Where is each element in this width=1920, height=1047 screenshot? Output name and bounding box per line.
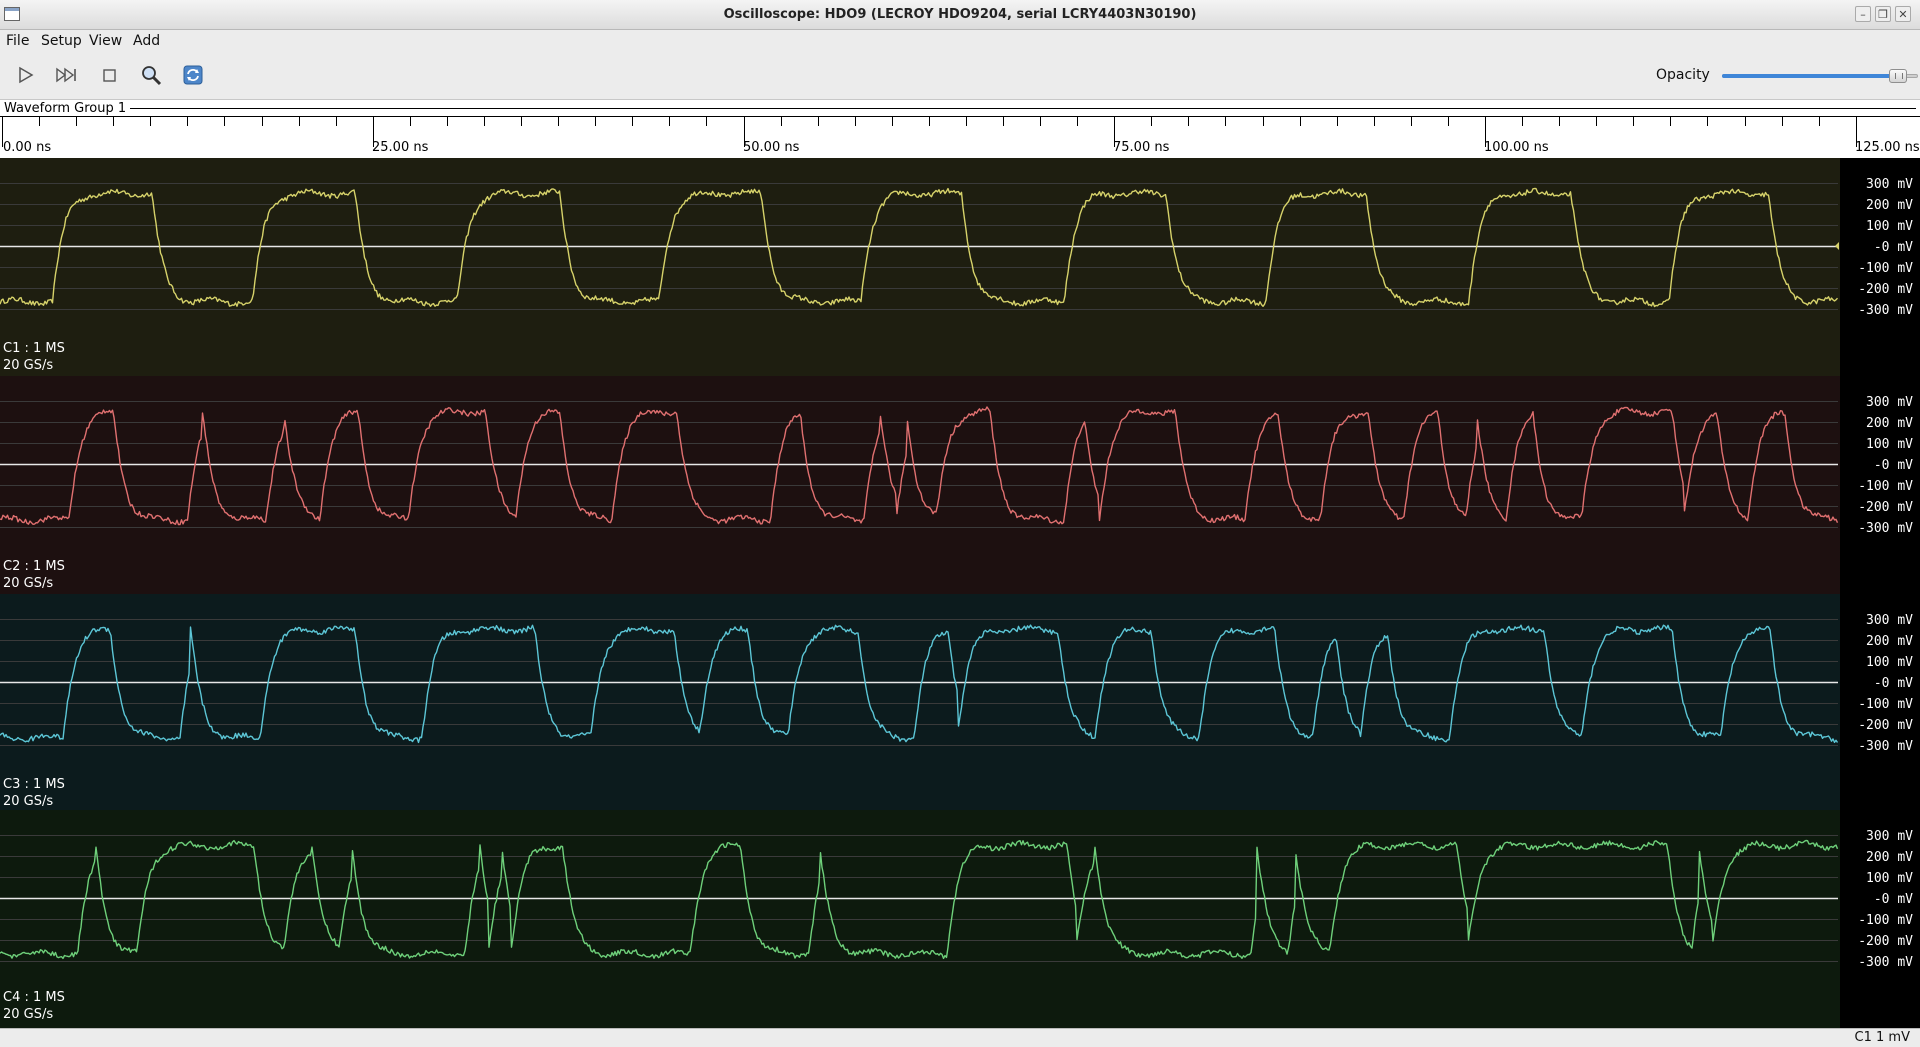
voltage-label: -300 mV xyxy=(1858,303,1913,318)
trigger-level-marker[interactable] xyxy=(1835,242,1839,250)
time-tick-label: 75.00 ns xyxy=(1113,140,1170,155)
status-bar: C1 1 mV xyxy=(0,1028,1920,1047)
channel-c1-info: C1 : 1 MS 20 GS/s xyxy=(3,340,65,374)
voltage-label: -0 mV xyxy=(1874,892,1913,907)
play-icon xyxy=(19,66,34,84)
voltage-label: 300 mV xyxy=(1866,395,1913,410)
voltage-label: 200 mV xyxy=(1866,634,1913,649)
channel-c4-info: C4 : 1 MS 20 GS/s xyxy=(3,989,65,1023)
menu-view[interactable]: View xyxy=(89,33,122,49)
channel-c3-plot: 300 mV 200 mV 100 mV -0 mV -100 mV -200 mV -30… xyxy=(0,613,1913,754)
menu-file[interactable]: File xyxy=(6,33,29,49)
group-divider xyxy=(4,108,1916,109)
channel-c1[interactable]: 300 mV 200 mV 100 mV -0 mV -100 mV -200 mV -30… xyxy=(0,158,1920,376)
zoom-icon xyxy=(142,66,162,86)
voltage-label: -200 mV xyxy=(1858,934,1913,949)
channel-c2-plot: 300 mV 200 mV 100 mV -0 mV -100 mV -200 mV -30… xyxy=(0,395,1913,536)
toolbar: Opacity xyxy=(0,52,1920,100)
voltage-label: -200 mV xyxy=(1858,282,1913,297)
voltage-label: -300 mV xyxy=(1858,739,1913,754)
time-axis: 0.00 ns 25.00 ns 50.00 ns 75.00 ns 100.0… xyxy=(0,117,1920,158)
title-bar: Oscilloscope: HDO9 (LECROY HDO9204, seri… xyxy=(0,0,1920,30)
window-title: Oscilloscope: HDO9 (LECROY HDO9204, seri… xyxy=(723,7,1197,22)
voltage-label: 300 mV xyxy=(1866,177,1913,192)
play-button[interactable] xyxy=(11,62,39,88)
voltage-label: 200 mV xyxy=(1866,850,1913,865)
opacity-label: Opacity xyxy=(1656,67,1710,83)
voltage-label: -100 mV xyxy=(1858,479,1913,494)
channel-c4-plot: 300 mV 200 mV 100 mV -0 mV -100 mV -200 mV -30… xyxy=(0,829,1913,970)
time-tick-label: 100.00 ns xyxy=(1484,140,1549,155)
channel-c1-label: C1 : 1 MS xyxy=(3,341,65,356)
voltage-label: 100 mV xyxy=(1866,655,1913,670)
time-tick-label: 0.00 ns xyxy=(3,140,52,155)
channel-c3[interactable]: 300 mV 200 mV 100 mV -0 mV -100 mV -200 mV -30… xyxy=(0,594,1920,812)
channel-c1-plot: 300 mV 200 mV 100 mV -0 mV -100 mV -200 mV -30… xyxy=(0,177,1913,318)
time-tick-label: 25.00 ns xyxy=(372,140,429,155)
step-forward-button[interactable] xyxy=(52,62,80,88)
opacity-slider-fill xyxy=(1722,74,1898,78)
stop-button[interactable] xyxy=(95,62,123,88)
voltage-label: -100 mV xyxy=(1858,697,1913,712)
opacity-slider-thumb[interactable] xyxy=(1889,69,1907,83)
voltage-label: -200 mV xyxy=(1858,500,1913,515)
menu-bar: File Setup View Add xyxy=(0,30,1920,52)
time-axis-ticks xyxy=(2,117,1857,147)
step-forward-icon xyxy=(56,67,76,83)
voltage-label: 100 mV xyxy=(1866,437,1913,452)
menu-setup[interactable]: Setup xyxy=(41,33,82,49)
channel-c4[interactable]: 300 mV 200 mV 100 mV -0 mV -100 mV -200 mV -30… xyxy=(0,810,1920,1028)
zoom-button[interactable] xyxy=(137,62,165,88)
channel-c2-rate: 20 GS/s xyxy=(3,576,54,591)
menu-add[interactable]: Add xyxy=(133,33,160,49)
waveform-group-title: Waveform Group 1 xyxy=(4,101,131,116)
opacity-slider[interactable] xyxy=(1722,69,1920,83)
waveform-area[interactable]: 300 mV 200 mV 100 mV -0 mV -100 mV -200 mV -30… xyxy=(0,158,1920,1028)
channel-c4-label: C4 : 1 MS xyxy=(3,990,65,1005)
time-tick-label: 50.00 ns xyxy=(743,140,800,155)
voltage-label: -100 mV xyxy=(1858,913,1913,928)
voltage-label: -0 mV xyxy=(1874,458,1913,473)
voltage-label: 300 mV xyxy=(1866,613,1913,628)
time-tick-label: 125.00 ns xyxy=(1855,140,1920,155)
voltage-label: -300 mV xyxy=(1858,955,1913,970)
channel-c3-rate: 20 GS/s xyxy=(3,794,54,809)
channel-c3-info: C3 : 1 MS 20 GS/s xyxy=(3,776,65,810)
channel-c1-rate: 20 GS/s xyxy=(3,358,54,373)
status-text: C1 1 mV xyxy=(1854,1030,1910,1045)
voltage-label: -100 mV xyxy=(1858,261,1913,276)
refresh-icon xyxy=(183,65,203,85)
voltage-label: -200 mV xyxy=(1858,718,1913,733)
voltage-label: 300 mV xyxy=(1866,829,1913,844)
restore-icon[interactable]: ❐ xyxy=(1875,6,1891,22)
minimize-icon[interactable]: – xyxy=(1855,6,1871,22)
voltage-label: 100 mV xyxy=(1866,871,1913,886)
channel-c2-label: C2 : 1 MS xyxy=(3,559,65,574)
refresh-button[interactable] xyxy=(179,62,207,88)
voltage-label: -300 mV xyxy=(1858,521,1913,536)
voltage-label: -0 mV xyxy=(1874,240,1913,255)
voltage-label: 100 mV xyxy=(1866,219,1913,234)
channel-c2[interactable]: 300 mV 200 mV 100 mV -0 mV -100 mV -200 mV -30… xyxy=(0,376,1920,594)
voltage-label: 200 mV xyxy=(1866,198,1913,213)
voltage-label: 200 mV xyxy=(1866,416,1913,431)
channel-c4-rate: 20 GS/s xyxy=(3,1007,54,1022)
close-icon[interactable]: ✕ xyxy=(1895,6,1911,22)
channel-c3-label: C3 : 1 MS xyxy=(3,777,65,792)
voltage-label: -0 mV xyxy=(1874,676,1913,691)
channel-c2-info: C2 : 1 MS 20 GS/s xyxy=(3,558,65,592)
waveform-group-header: Waveform Group 1 xyxy=(0,100,1920,117)
stop-icon xyxy=(103,69,116,82)
